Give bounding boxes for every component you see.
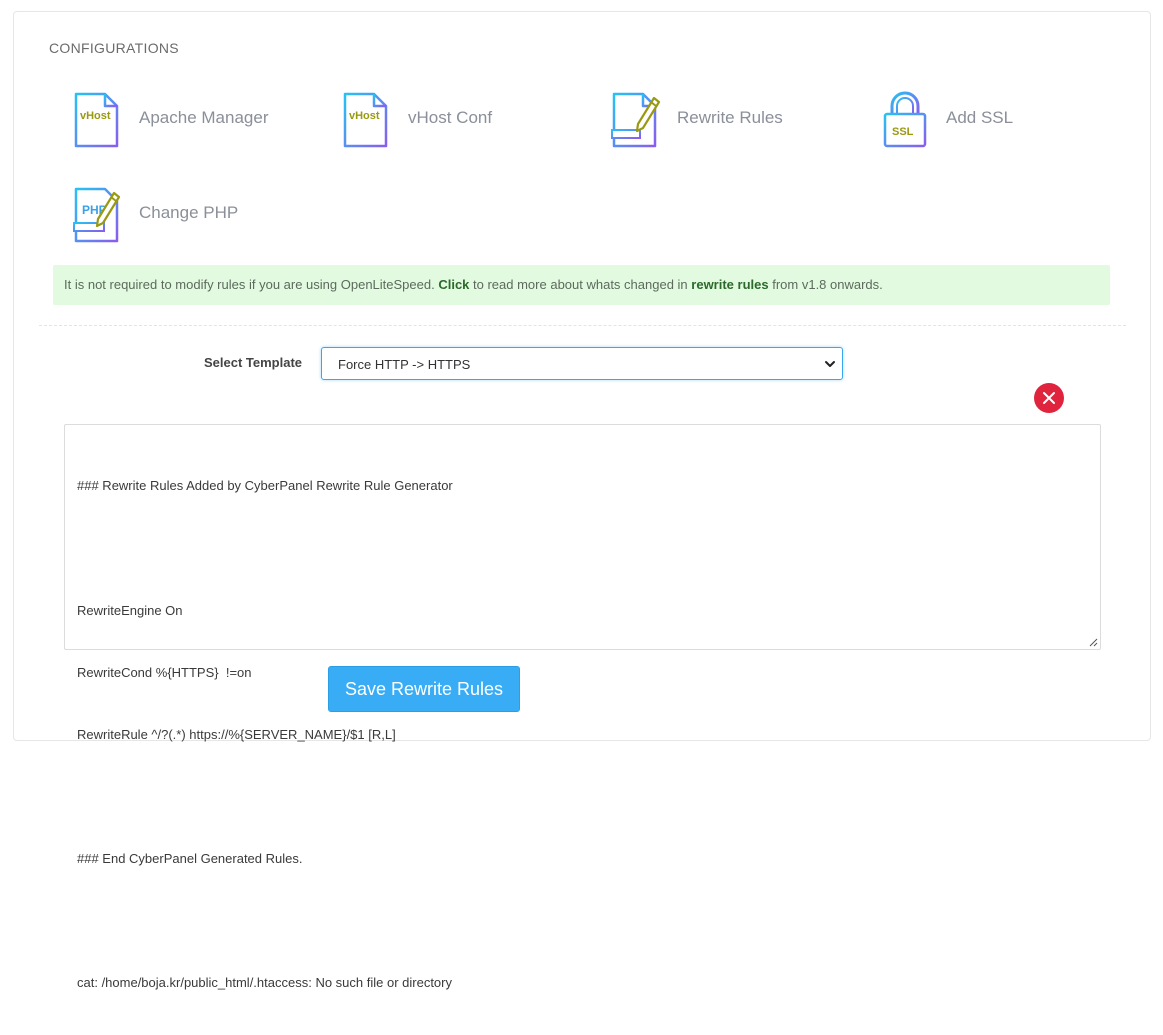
select-template-label: Select Template	[204, 355, 303, 370]
config-item-label: Change PHP	[139, 203, 239, 222]
dashed-divider	[39, 325, 1126, 326]
alert-text: It is not required to modify rules if yo…	[64, 277, 439, 292]
config-item-apache-manager[interactable]: vHost Apache Manager	[71, 88, 268, 148]
info-alert: It is not required to modify rules if yo…	[53, 265, 1110, 305]
close-icon	[1043, 392, 1055, 404]
section-title: CONFIGURATIONS	[49, 40, 179, 56]
rewrite-rules-icon	[611, 92, 661, 148]
config-item-rewrite-rules[interactable]: Rewrite Rules	[609, 88, 783, 148]
resize-grip-icon[interactable]	[1089, 638, 1098, 647]
rewrite-rules-editor[interactable]: ### Rewrite Rules Added by CyberPanel Re…	[64, 424, 1101, 990]
alert-text: from v1.8 onwards.	[768, 277, 883, 292]
icon-caption: vHost	[80, 110, 111, 122]
config-item-label: Apache Manager	[139, 108, 269, 127]
icon-caption: SSL	[892, 126, 914, 138]
config-item-label: Rewrite Rules	[677, 108, 783, 127]
config-item-add-ssl[interactable]: SSL Add SSL	[878, 88, 1013, 148]
ssl-lock-icon: SSL	[883, 91, 927, 148]
save-rewrite-rules-button[interactable]: Save Rewrite Rules	[328, 666, 520, 712]
alert-click-link[interactable]: Click	[438, 277, 469, 292]
editor-line: cat: /home/boja.kr/public_html/.htaccess…	[77, 975, 452, 991]
alert-rewrite-rules-link[interactable]: rewrite rules	[691, 277, 768, 292]
icon-caption: vHost	[349, 110, 380, 122]
chevron-down-icon	[825, 361, 835, 367]
template-select-value: Force HTTP -> HTTPS	[338, 357, 471, 372]
editor-line: RewriteRule ^/?(.*) https://%{SERVER_NAM…	[77, 726, 396, 742]
config-item-vhost-conf[interactable]: vHost vHost Conf	[340, 88, 492, 148]
config-item-label: vHost Conf	[408, 108, 493, 127]
close-button[interactable]	[1034, 383, 1064, 413]
config-item-label: Add SSL	[946, 108, 1014, 127]
template-select[interactable]: Force HTTP -> HTTPS	[321, 347, 843, 380]
config-item-change-php[interactable]: PHP Change PHP	[71, 183, 238, 243]
editor-line: RewriteEngine On	[77, 602, 183, 618]
editor-line: RewriteCond %{HTTPS} !=on	[77, 664, 252, 680]
vhost-file-icon: vHost	[343, 92, 388, 148]
editor-line: ### Rewrite Rules Added by CyberPanel Re…	[77, 478, 453, 494]
php-file-icon: PHP	[73, 187, 121, 243]
vhost-file-icon: vHost	[74, 92, 119, 148]
editor-line: ### End CyberPanel Generated Rules.	[77, 851, 303, 867]
alert-text: to read more about whats changed in	[469, 277, 692, 292]
